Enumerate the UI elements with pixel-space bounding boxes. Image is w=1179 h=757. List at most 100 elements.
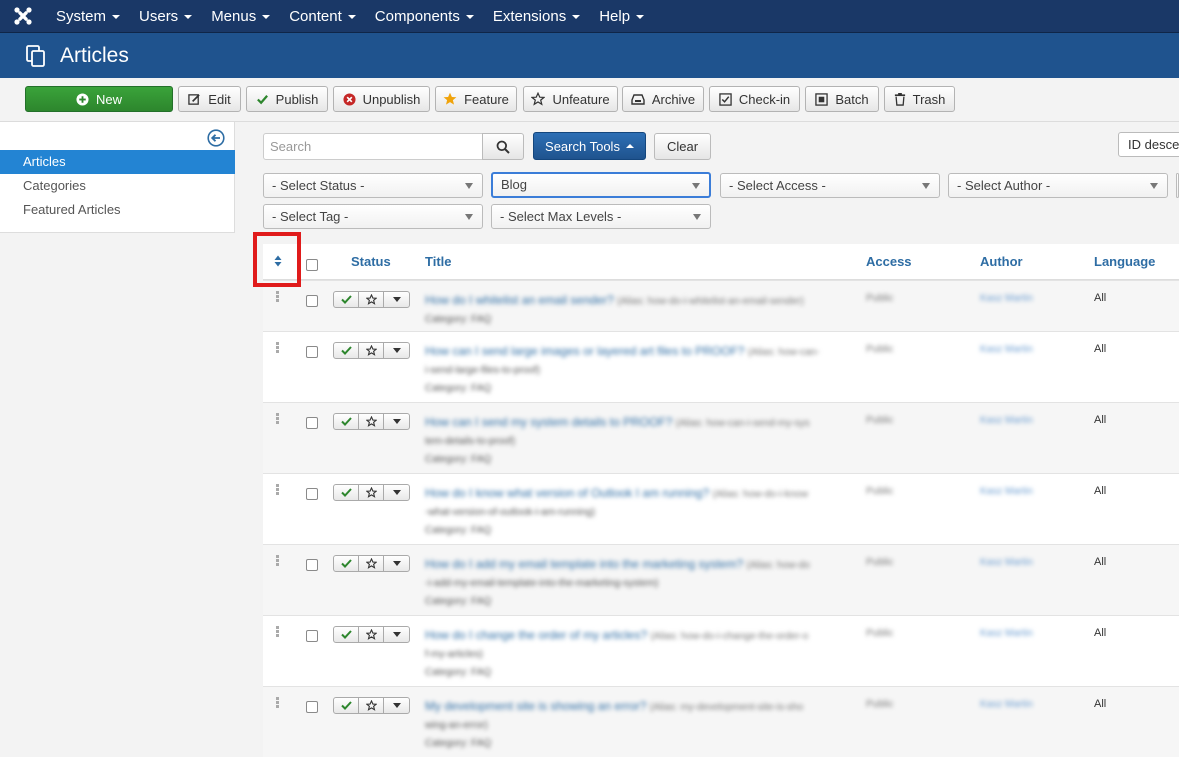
batch-button[interactable]: Batch: [805, 86, 879, 112]
caret-down-icon: [112, 15, 121, 19]
max-levels-filter-select[interactable]: - Select Max Levels -: [491, 204, 711, 229]
author-filter-select[interactable]: - Select Author -: [948, 173, 1168, 198]
row-checkbox[interactable]: [306, 701, 318, 713]
article-author-link[interactable]: Kasz Martin: [980, 415, 1033, 426]
select-value: - Select Status -: [272, 178, 365, 193]
menu-users[interactable]: Users: [129, 0, 201, 33]
sidebar-item-articles[interactable]: Articles: [0, 150, 235, 174]
drag-handle-icon[interactable]: [276, 555, 280, 567]
menu-menus[interactable]: Menus: [201, 0, 279, 33]
drag-handle-icon[interactable]: [276, 291, 280, 303]
article-title-link[interactable]: How do I add my email template into the …: [425, 557, 743, 571]
featured-toggle[interactable]: [359, 292, 384, 307]
actions-dropdown[interactable]: [384, 414, 409, 429]
access-filter-select[interactable]: - Select Access -: [720, 173, 940, 198]
search-button[interactable]: [482, 133, 524, 160]
row-checkbox[interactable]: [306, 630, 318, 642]
select-all-checkbox[interactable]: [306, 259, 318, 271]
button-label: Check-in: [738, 91, 791, 107]
article-title-link[interactable]: How do I know what version of Outlook I …: [425, 486, 709, 500]
star-empty-icon: [365, 345, 377, 356]
menu-components[interactable]: Components: [365, 0, 483, 33]
column-header-author[interactable]: Author: [980, 254, 1023, 269]
unfeature-button[interactable]: Unfeature: [523, 86, 618, 112]
featured-toggle[interactable]: [359, 485, 384, 500]
article-title-link[interactable]: How can I send my system details to PROO…: [425, 415, 672, 429]
menu-content[interactable]: Content: [279, 0, 365, 33]
article-title-link[interactable]: How can I send large images or layered a…: [425, 344, 744, 358]
search-icon: [496, 140, 510, 154]
article-author-link[interactable]: Kasz Martin: [980, 557, 1033, 568]
featured-toggle[interactable]: [359, 627, 384, 642]
row-checkbox[interactable]: [306, 488, 318, 500]
star-empty-icon: [365, 700, 377, 711]
row-checkbox[interactable]: [306, 295, 318, 307]
drag-handle-icon[interactable]: [276, 626, 280, 638]
column-header-status[interactable]: Status: [351, 254, 391, 269]
row-checkbox[interactable]: [306, 417, 318, 429]
publish-toggle[interactable]: [334, 698, 359, 713]
column-header-access[interactable]: Access: [866, 254, 912, 269]
column-header-title[interactable]: Title: [425, 254, 452, 269]
drag-handle-icon[interactable]: [276, 413, 280, 425]
publish-button[interactable]: Publish: [246, 86, 328, 112]
featured-toggle[interactable]: [359, 343, 384, 358]
publish-toggle[interactable]: [334, 414, 359, 429]
article-title-link[interactable]: My development site is showing an error?: [425, 699, 646, 713]
row-checkbox[interactable]: [306, 346, 318, 358]
publish-toggle[interactable]: [334, 343, 359, 358]
publish-toggle[interactable]: [334, 485, 359, 500]
actions-dropdown[interactable]: [384, 627, 409, 642]
sidebar-item-categories[interactable]: Categories: [0, 174, 235, 198]
button-label: New: [95, 91, 122, 107]
menu-label: Help: [599, 7, 631, 25]
article-author-link[interactable]: Kasz Martin: [980, 293, 1033, 304]
article-author-link[interactable]: Kasz Martin: [980, 486, 1033, 497]
new-button[interactable]: New: [25, 86, 173, 112]
actions-dropdown[interactable]: [384, 343, 409, 358]
archive-button[interactable]: Archive: [622, 86, 704, 112]
square-icon: [815, 92, 829, 106]
publish-toggle[interactable]: [334, 556, 359, 571]
status-filter-select[interactable]: - Select Status -: [263, 173, 483, 198]
article-author-link[interactable]: Kasz Martin: [980, 628, 1033, 639]
feature-button[interactable]: Feature: [435, 86, 517, 112]
drag-handle-icon[interactable]: [276, 484, 280, 496]
collapse-sidebar-icon[interactable]: [207, 129, 225, 147]
menu-system[interactable]: System: [46, 0, 129, 33]
dropdown-arrow-icon: [465, 214, 473, 220]
clear-button[interactable]: Clear: [654, 133, 711, 160]
tag-filter-select[interactable]: - Select Tag -: [263, 204, 483, 229]
drag-handle-icon[interactable]: [276, 697, 280, 709]
search-tools-button[interactable]: Search Tools: [533, 132, 646, 160]
article-title-link[interactable]: How do I whitelist an email sender?: [425, 293, 614, 307]
actions-dropdown[interactable]: [384, 292, 409, 307]
joomla-logo-icon[interactable]: [0, 0, 46, 33]
actions-dropdown[interactable]: [384, 556, 409, 571]
article-author-link[interactable]: Kasz Martin: [980, 344, 1033, 355]
actions-dropdown[interactable]: [384, 698, 409, 713]
column-header-language[interactable]: Language: [1094, 254, 1155, 269]
check-icon: [340, 701, 352, 710]
edit-button[interactable]: Edit: [178, 86, 241, 112]
actions-dropdown[interactable]: [384, 485, 409, 500]
trash-button[interactable]: Trash: [884, 86, 955, 112]
ordering-select[interactable]: ID desce: [1118, 132, 1179, 157]
featured-toggle[interactable]: [359, 414, 384, 429]
unpublish-button[interactable]: Unpublish: [333, 86, 430, 112]
search-input[interactable]: [263, 133, 483, 160]
menu-extensions[interactable]: Extensions: [483, 0, 589, 33]
publish-toggle[interactable]: [334, 292, 359, 307]
article-title-link[interactable]: How do I change the order of my articles…: [425, 628, 647, 642]
article-author-link[interactable]: Kasz Martin: [980, 699, 1033, 710]
drag-handle-icon[interactable]: [276, 342, 280, 354]
checkin-button[interactable]: Check-in: [709, 86, 800, 112]
row-checkbox[interactable]: [306, 559, 318, 571]
article-category: Category: FAQ: [425, 667, 492, 678]
sidebar-item-featured-articles[interactable]: Featured Articles: [0, 198, 235, 222]
menu-help[interactable]: Help: [589, 0, 653, 33]
category-filter-select[interactable]: Blog: [491, 172, 711, 198]
featured-toggle[interactable]: [359, 556, 384, 571]
publish-toggle[interactable]: [334, 627, 359, 642]
featured-toggle[interactable]: [359, 698, 384, 713]
